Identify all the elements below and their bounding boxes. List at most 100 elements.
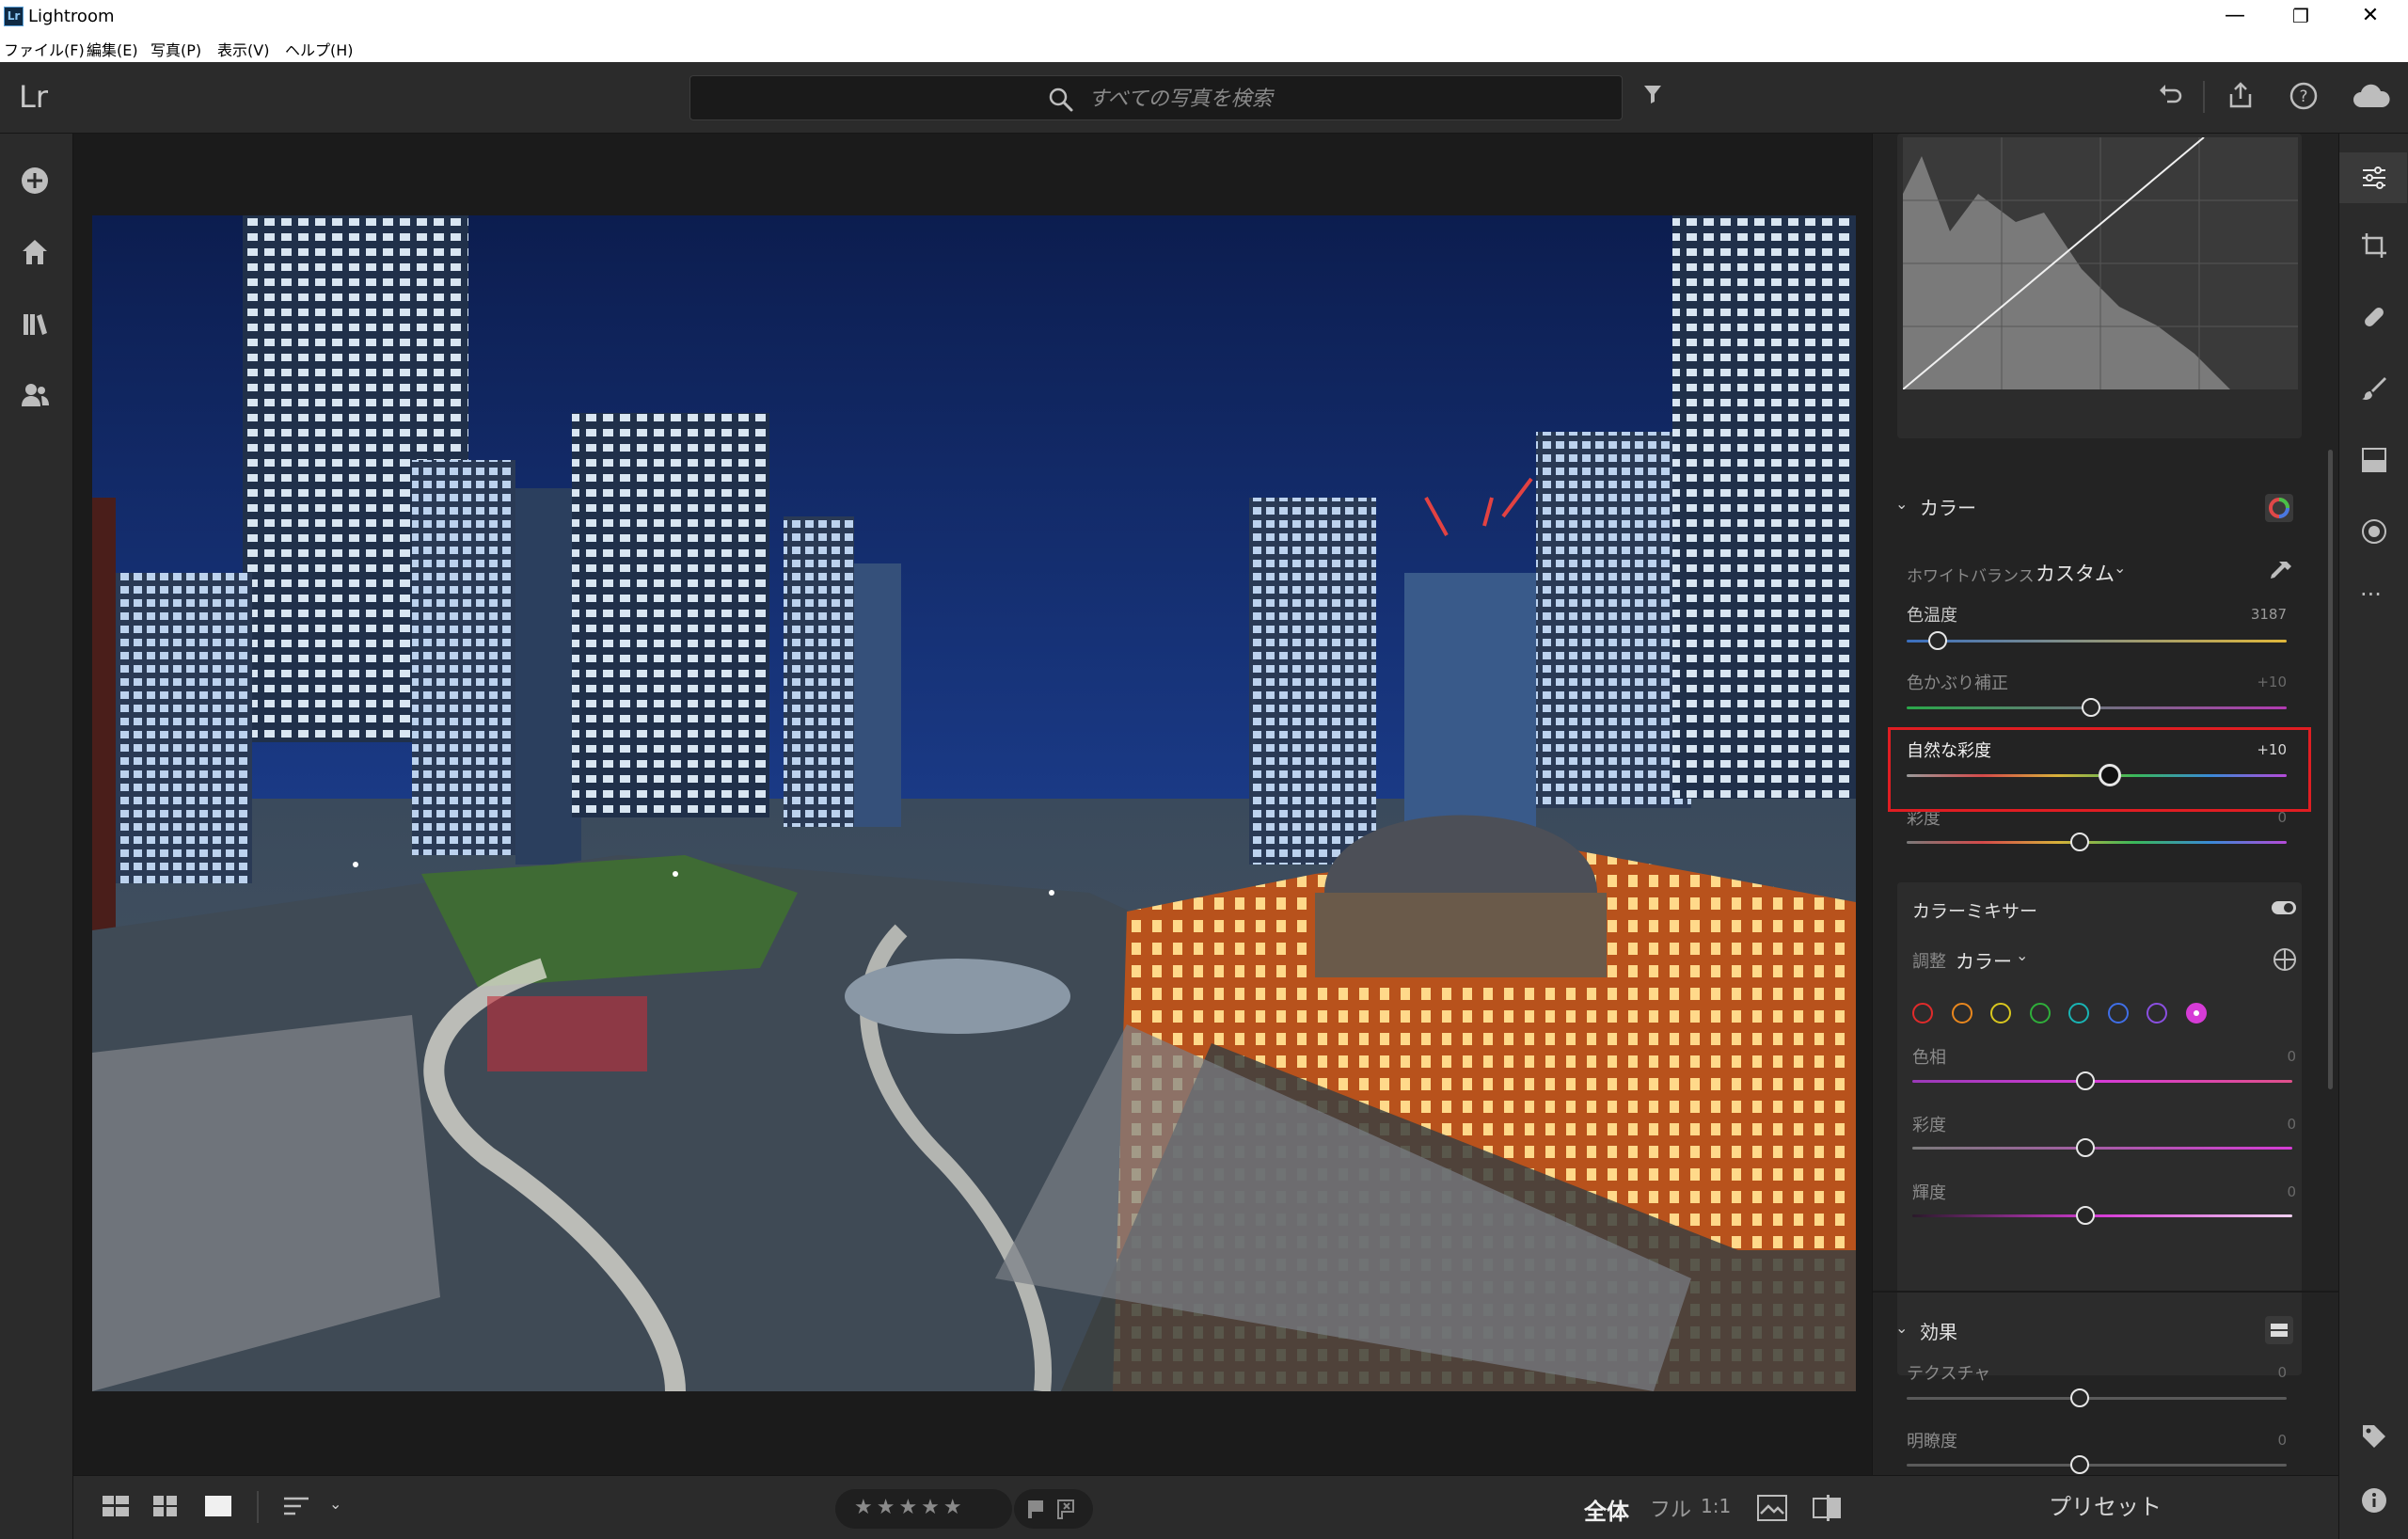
- menu-bar: ファイル(F) 編集(E) 写真(P) 表示(V) ヘルプ(H): [0, 34, 2408, 62]
- color-swatch[interactable]: [2029, 1003, 2051, 1023]
- menu-help[interactable]: ヘルプ(H): [285, 38, 354, 60]
- clarity-value[interactable]: 0: [2230, 1432, 2287, 1449]
- pick-flag-icon[interactable]: [1025, 1499, 1046, 1519]
- saturation-slider-knob[interactable]: [2070, 833, 2089, 851]
- star-rating[interactable]: ★★★★★: [854, 1496, 966, 1519]
- filter-icon[interactable]: [1642, 83, 1663, 105]
- menu-view[interactable]: 表示(V): [217, 38, 269, 60]
- zoom-1to1-button[interactable]: 1:1: [1701, 1495, 1731, 1517]
- menu-edit[interactable]: 編集(E): [87, 38, 138, 60]
- close-button[interactable]: ✕: [2342, 2, 2399, 30]
- color-swatch[interactable]: [2185, 1003, 2207, 1023]
- color-swatch[interactable]: [1912, 1003, 1933, 1023]
- saturation-slider-track[interactable]: [1907, 841, 2287, 844]
- photo-tokyo-station-night: [92, 215, 1856, 1391]
- menu-file[interactable]: ファイル(F): [4, 38, 85, 60]
- mixer-luminance-slider-track[interactable]: [1912, 1214, 2292, 1217]
- more-options-icon[interactable]: ···: [2360, 581, 2382, 608]
- undo-icon[interactable]: [2156, 81, 2184, 109]
- detail-view-icon[interactable]: [204, 1495, 232, 1517]
- clarity-slider-knob[interactable]: [2070, 1455, 2089, 1474]
- main-photo[interactable]: [92, 215, 1856, 1391]
- texture-value[interactable]: 0: [2230, 1364, 2287, 1381]
- lr-logo: Lr: [19, 79, 48, 115]
- color-swatch[interactable]: [2147, 1003, 2167, 1023]
- mixer-hue-slider-track[interactable]: [1912, 1080, 2292, 1083]
- mixer-saturation-value[interactable]: 0: [2240, 1116, 2296, 1133]
- square-grid-icon[interactable]: [102, 1495, 130, 1517]
- people-icon[interactable]: [20, 380, 50, 410]
- color-wheel-icon[interactable]: [2264, 493, 2294, 523]
- presets-button[interactable]: プリセット: [2049, 1494, 2162, 1520]
- linear-gradient-icon[interactable]: [2360, 446, 2388, 474]
- vibrance-highlight-box: [1888, 727, 2311, 812]
- film-strip-icon[interactable]: [1757, 1495, 1787, 1521]
- color-swatch[interactable]: [1990, 1003, 2011, 1023]
- sort-chevron-down-icon[interactable]: ⌄: [329, 1495, 341, 1513]
- adjust-chevron-down-icon[interactable]: ⌄: [2016, 946, 2028, 964]
- texture-label: テクスチャ: [1907, 1364, 1991, 1384]
- texture-slider-track[interactable]: [1907, 1397, 2287, 1400]
- sort-icon[interactable]: [282, 1495, 310, 1517]
- home-icon[interactable]: [20, 237, 50, 267]
- brush-icon[interactable]: [2360, 374, 2388, 403]
- cloud-icon[interactable]: [2352, 83, 2391, 109]
- healing-bandage-icon[interactable]: [2360, 303, 2388, 331]
- target-adjust-icon[interactable]: [2272, 946, 2298, 973]
- bottom-toolbar: ⌄ ★★★★★ 全体 フル 1:1: [73, 1475, 1872, 1539]
- rating-flag-group: ★★★★★: [835, 1489, 1012, 1529]
- library-icon[interactable]: [20, 309, 50, 339]
- mixer-saturation-slider-knob[interactable]: [2076, 1138, 2095, 1157]
- zoom-fit-button[interactable]: 全体: [1584, 1493, 1629, 1526]
- color-section-title[interactable]: カラー: [1920, 493, 1976, 520]
- radial-gradient-icon[interactable]: [2360, 517, 2388, 546]
- mixer-hue-value[interactable]: 0: [2240, 1048, 2296, 1065]
- mixer-luminance-value[interactable]: 0: [2240, 1183, 2296, 1200]
- mixer-saturation-slider-track[interactable]: [1912, 1147, 2292, 1150]
- title-bar: Lr Lightroom — ❐ ✕: [0, 0, 2408, 34]
- tint-value[interactable]: +10: [2230, 674, 2287, 690]
- color-swatch[interactable]: [2068, 1003, 2089, 1023]
- effects-preset-icon[interactable]: [2264, 1315, 2294, 1345]
- mixer-luminance-slider-knob[interactable]: [2076, 1206, 2095, 1225]
- edit-sliders-icon[interactable]: [2360, 164, 2388, 192]
- menu-photo[interactable]: 写真(P): [150, 38, 201, 60]
- restore-button[interactable]: ❐: [2273, 2, 2329, 30]
- white-balance-label: ホワイトバランス: [1907, 567, 2035, 586]
- compare-view-icon[interactable]: [1812, 1495, 1842, 1521]
- help-icon[interactable]: ?: [2289, 81, 2319, 111]
- color-swatch[interactable]: [2107, 1003, 2129, 1023]
- add-photos-icon[interactable]: [20, 166, 50, 196]
- panel-scrollbar[interactable]: [2328, 450, 2333, 1089]
- mixer-hue-label: 色相: [1912, 1048, 1946, 1068]
- search-input[interactable]: [1088, 84, 1559, 114]
- effects-chevron-icon[interactable]: ⌄: [1895, 1319, 1908, 1337]
- color-section-chevron-icon[interactable]: ⌄: [1895, 495, 1908, 513]
- tone-curve-graph[interactable]: [1903, 137, 2298, 389]
- tag-icon[interactable]: [2360, 1422, 2388, 1451]
- minimize-button[interactable]: —: [2207, 2, 2263, 30]
- tint-slider-knob[interactable]: [2082, 698, 2100, 717]
- mixer-hue-slider-knob[interactable]: [2076, 1071, 2095, 1090]
- effects-section-title[interactable]: 効果: [1920, 1317, 1957, 1344]
- left-sidebar: [0, 134, 73, 1539]
- search-box[interactable]: [689, 75, 1623, 120]
- crop-icon[interactable]: [2360, 231, 2388, 260]
- color-mixer-adjust-value[interactable]: カラー: [1956, 946, 2012, 974]
- texture-slider-knob[interactable]: [2070, 1388, 2089, 1407]
- temperature-slider-track[interactable]: [1907, 640, 2287, 643]
- grid-icon[interactable]: [152, 1495, 179, 1517]
- color-mixer-toggle[interactable]: [2272, 901, 2296, 914]
- info-icon[interactable]: [2360, 1486, 2388, 1515]
- white-balance-value[interactable]: カスタム: [2036, 559, 2115, 587]
- eyedropper-icon[interactable]: [2268, 559, 2294, 585]
- zoom-fill-button[interactable]: フル: [1650, 1493, 1691, 1523]
- reject-flag-icon[interactable]: [1055, 1499, 1076, 1519]
- temperature-value[interactable]: 3187: [2230, 606, 2287, 623]
- white-balance-chevron-down-icon[interactable]: ⌄: [2114, 559, 2126, 577]
- color-swatch[interactable]: [1951, 1003, 1972, 1023]
- temperature-slider-knob[interactable]: [1928, 631, 1947, 650]
- share-icon[interactable]: [2227, 81, 2254, 109]
- clarity-slider-track[interactable]: [1907, 1464, 2287, 1467]
- section-divider: [1873, 1291, 2338, 1293]
